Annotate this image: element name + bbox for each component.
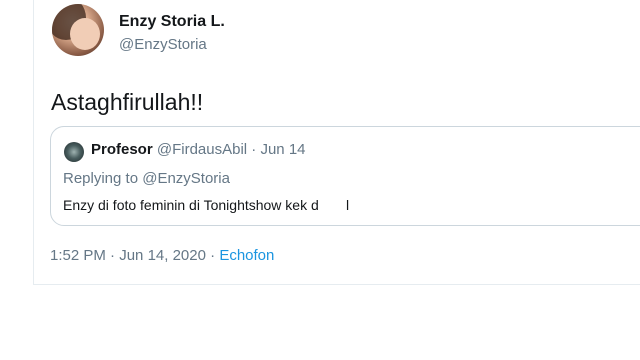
quoted-tweet-header: Profesor @FirdausAbil · Jun 14: [91, 141, 306, 158]
tweet-card: Enzy Storia L. @EnzyStoria Astaghfirulla…: [0, 0, 640, 285]
meta-separator-2: ·: [210, 247, 216, 264]
tweet-bottom-border: [33, 284, 640, 285]
quoted-author-name: Profesor: [91, 141, 153, 158]
tweet-date[interactable]: Jun 14, 2020: [119, 247, 206, 264]
quoted-author-handle: @FirdausAbil: [156, 141, 248, 158]
quoted-header-separator: ·: [251, 141, 257, 158]
tweet-meta: 1:52 PM · Jun 14, 2020 · Echofon: [50, 247, 274, 264]
quoted-tweet-date: Jun 14: [260, 141, 306, 158]
meta-separator-1: ·: [110, 247, 116, 264]
tweet-time[interactable]: 1:52 PM: [50, 247, 106, 264]
replying-to-prefix: Replying to: [63, 170, 139, 187]
tweet-left-border: [33, 0, 34, 285]
quoted-tweet-text: Enzy di foto feminin di Tonightshow kek …: [63, 197, 350, 213]
tweet-source-link[interactable]: Echofon: [219, 247, 274, 264]
quoted-author-avatar: [64, 142, 84, 162]
author-avatar[interactable]: [52, 4, 104, 56]
quoted-tweet[interactable]: Profesor @FirdausAbil · Jun 14 Replying …: [50, 126, 640, 226]
replying-to-mention[interactable]: @EnzyStoria: [142, 170, 230, 187]
author-handle[interactable]: @EnzyStoria: [119, 36, 207, 53]
author-display-name[interactable]: Enzy Storia L.: [119, 13, 225, 31]
replying-to-line: Replying to @EnzyStoria: [63, 170, 230, 187]
tweet-text: Astaghfirullah!!: [51, 89, 204, 115]
avatar-face: [70, 18, 100, 50]
